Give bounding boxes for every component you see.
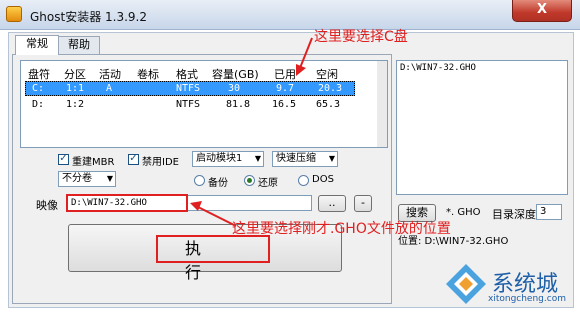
- arrow-head-gho: [190, 201, 202, 211]
- watermark-logo-icon: [446, 264, 486, 304]
- watermark-url: xitongcheng.com: [488, 294, 566, 304]
- tab-general[interactable]: 常规: [15, 35, 59, 55]
- arrow-line-gho: [195, 205, 237, 227]
- arrow-line-c: [299, 37, 313, 69]
- annotation-select-c: 这里要选择C盘: [314, 29, 408, 45]
- annotation-select-gho: 这里要选择刚才.GHO文件放的位置: [232, 221, 451, 237]
